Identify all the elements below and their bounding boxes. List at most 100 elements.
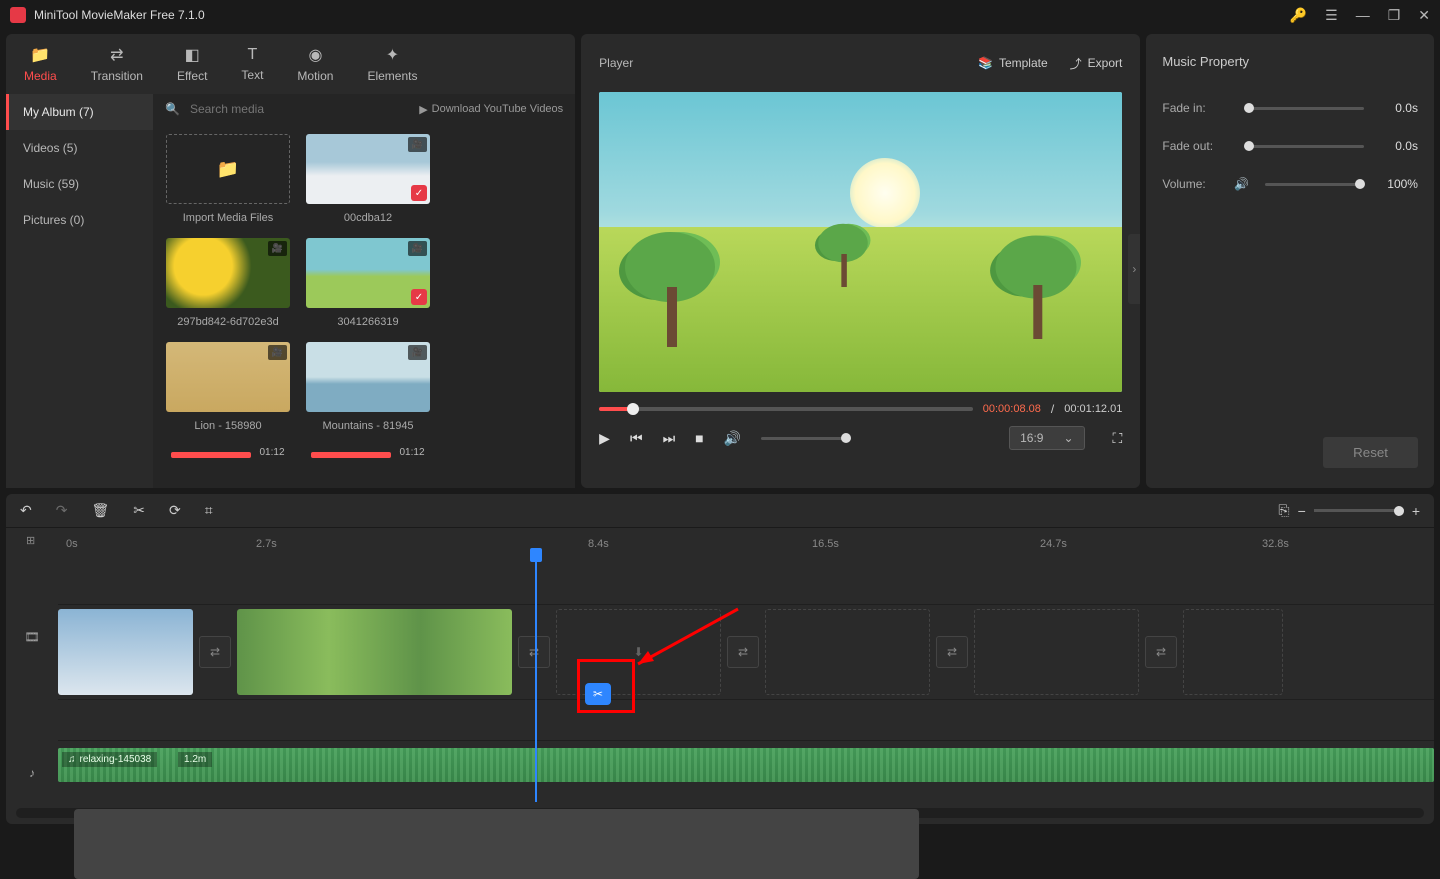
- timeline-scrollbar[interactable]: [16, 808, 1424, 818]
- album-item-pictures[interactable]: Pictures (0): [6, 202, 153, 238]
- properties-panel: Music Property Fade in: 0.0s Fade out: 0…: [1146, 34, 1434, 488]
- preview-canvas: [599, 92, 1122, 392]
- export-button[interactable]: ⤴Export: [1070, 55, 1123, 72]
- prev-frame-button[interactable]: ⏮: [630, 430, 643, 447]
- menu-icon[interactable]: ☰: [1325, 7, 1338, 24]
- stop-button[interactable]: ■: [695, 430, 703, 446]
- album-list: My Album (7) Videos (5) Music (59) Pictu…: [6, 94, 153, 488]
- maximize-icon[interactable]: ❐: [1388, 7, 1401, 24]
- video-clip[interactable]: [58, 609, 193, 695]
- fadein-label: Fade in:: [1162, 101, 1234, 115]
- media-card[interactable]: 🎥 Lion - 158980: [163, 342, 293, 432]
- download-youtube-link[interactable]: ▶Download YouTube Videos: [419, 103, 563, 116]
- crop-button[interactable]: ⌗: [205, 502, 213, 519]
- transition-slot[interactable]: ⇄: [936, 636, 968, 668]
- fadein-value: 0.0s: [1374, 101, 1418, 115]
- progress-bar[interactable]: [599, 407, 973, 411]
- zoom-out-button[interactable]: −: [1298, 503, 1306, 519]
- tab-text[interactable]: TText: [233, 42, 271, 86]
- fadein-slider[interactable]: [1244, 107, 1364, 110]
- volume-label: Volume:: [1162, 177, 1234, 191]
- volume-value: 100%: [1374, 177, 1418, 191]
- empty-slot[interactable]: [1183, 609, 1283, 695]
- zoom-slider[interactable]: [1314, 509, 1404, 512]
- music-note-icon: ♫: [68, 754, 76, 765]
- audio-track[interactable]: ♫relaxing-145038 1.2m: [58, 740, 1434, 788]
- search-input[interactable]: [190, 102, 409, 116]
- fadeout-slider[interactable]: [1244, 145, 1364, 148]
- volume-slider[interactable]: [1265, 183, 1364, 186]
- video-badge-icon: 🎥: [268, 345, 287, 360]
- add-track-button[interactable]: ⊞: [26, 534, 35, 547]
- playhead[interactable]: [535, 556, 537, 802]
- annotation-highlight: [577, 659, 635, 713]
- import-card[interactable]: 📁 Import Media Files: [163, 134, 293, 224]
- empty-slot[interactable]: [765, 609, 930, 695]
- reset-button[interactable]: Reset: [1323, 437, 1418, 468]
- minimize-icon[interactable]: —: [1356, 7, 1370, 23]
- video-clip[interactable]: [237, 609, 512, 695]
- close-icon[interactable]: ✕: [1418, 7, 1430, 24]
- folder-plus-icon: 📁: [217, 159, 239, 180]
- app-icon: [10, 7, 26, 23]
- effect-icon: ◧: [185, 45, 200, 65]
- media-card[interactable]: 01:12: [303, 446, 433, 458]
- check-icon: ✓: [411, 185, 427, 201]
- media-grid: 📁 Import Media Files 🎥✓ 00cdba12 🎥 297bd…: [153, 124, 575, 488]
- player-title: Player: [599, 56, 633, 70]
- tab-media[interactable]: 📁Media: [16, 41, 65, 87]
- template-icon: 📚: [978, 56, 993, 70]
- expand-properties-button[interactable]: ›: [1128, 234, 1140, 304]
- volume-icon[interactable]: 🔊: [724, 430, 741, 447]
- transition-slot[interactable]: ⇄: [1145, 636, 1177, 668]
- album-item-myalbum[interactable]: My Album (7): [6, 94, 153, 130]
- speaker-icon: 🔊: [1234, 177, 1249, 191]
- delete-button[interactable]: 🗑: [91, 502, 109, 519]
- zoom-in-button[interactable]: +: [1412, 503, 1420, 519]
- folder-icon: 📁: [30, 45, 50, 65]
- speed-button[interactable]: ⟳: [169, 502, 181, 519]
- search-icon: 🔍: [165, 102, 180, 116]
- media-card[interactable]: 🎥✓ 00cdba12: [303, 134, 433, 224]
- app-title: MiniTool MovieMaker Free 7.1.0: [34, 8, 1290, 22]
- template-button[interactable]: 📚Template: [978, 55, 1048, 72]
- timeline-panel: ↶ ↷ 🗑 ✂ ⟳ ⌗ ⎘ − + ⊞ 0s 2.7s 8.4s 16.5s 2…: [6, 494, 1434, 824]
- key-icon[interactable]: 🔑: [1290, 7, 1307, 24]
- media-card[interactable]: 🎥 297bd842-6d702e3d: [163, 238, 293, 328]
- tab-motion[interactable]: ◉Motion: [289, 41, 341, 87]
- time-ruler[interactable]: ⊞ 0s 2.7s 8.4s 16.5s 24.7s 32.8s: [6, 528, 1434, 556]
- split-button[interactable]: ✂: [133, 502, 145, 519]
- audio-track-icon: ♪: [16, 766, 48, 780]
- video-track[interactable]: ⇄ ⇄ ⬇ ⇄ ⇄ ⇄ ✂: [58, 604, 1434, 700]
- next-frame-button[interactable]: ⏭: [663, 430, 676, 447]
- text-icon: T: [248, 46, 258, 64]
- transition-slot[interactable]: ⇄: [199, 636, 231, 668]
- album-item-videos[interactable]: Videos (5): [6, 130, 153, 166]
- redo-button[interactable]: ↷: [56, 502, 68, 519]
- media-panel: 📁Media ⇄Transition ◧Effect TText ◉Motion…: [6, 34, 575, 488]
- play-button[interactable]: ▶: [599, 430, 610, 447]
- fit-button[interactable]: ⎘: [1278, 502, 1289, 519]
- video-badge-icon: 🎥: [408, 241, 427, 256]
- album-item-music[interactable]: Music (59): [6, 166, 153, 202]
- empty-slot[interactable]: [974, 609, 1139, 695]
- tab-transition[interactable]: ⇄Transition: [83, 41, 151, 87]
- media-card[interactable]: 🎥✓ 3041266319: [303, 238, 433, 328]
- transition-slot[interactable]: ⇄: [518, 636, 550, 668]
- properties-title: Music Property: [1162, 34, 1418, 89]
- volume-slider[interactable]: [761, 437, 851, 440]
- time-current: 00:00:08.08: [983, 403, 1041, 415]
- video-track-icon: 🎞: [16, 630, 48, 644]
- audio-clip[interactable]: ♫relaxing-145038 1.2m: [58, 748, 1434, 782]
- video-badge-icon: 🎥: [408, 137, 427, 152]
- media-card[interactable]: 🎥 Mountains - 81945: [303, 342, 433, 432]
- tab-effect[interactable]: ◧Effect: [169, 41, 215, 87]
- undo-button[interactable]: ↶: [20, 502, 32, 519]
- main-tabs: 📁Media ⇄Transition ◧Effect TText ◉Motion…: [6, 34, 575, 94]
- aspect-ratio-select[interactable]: 16:9⌄: [1009, 426, 1084, 450]
- titlebar: MiniTool MovieMaker Free 7.1.0 🔑 ☰ — ❐ ✕: [0, 0, 1440, 30]
- media-card[interactable]: 01:12: [163, 446, 293, 458]
- check-icon: ✓: [411, 289, 427, 305]
- fullscreen-button[interactable]: ⛶: [1113, 430, 1123, 447]
- tab-elements[interactable]: ✦Elements: [359, 41, 425, 87]
